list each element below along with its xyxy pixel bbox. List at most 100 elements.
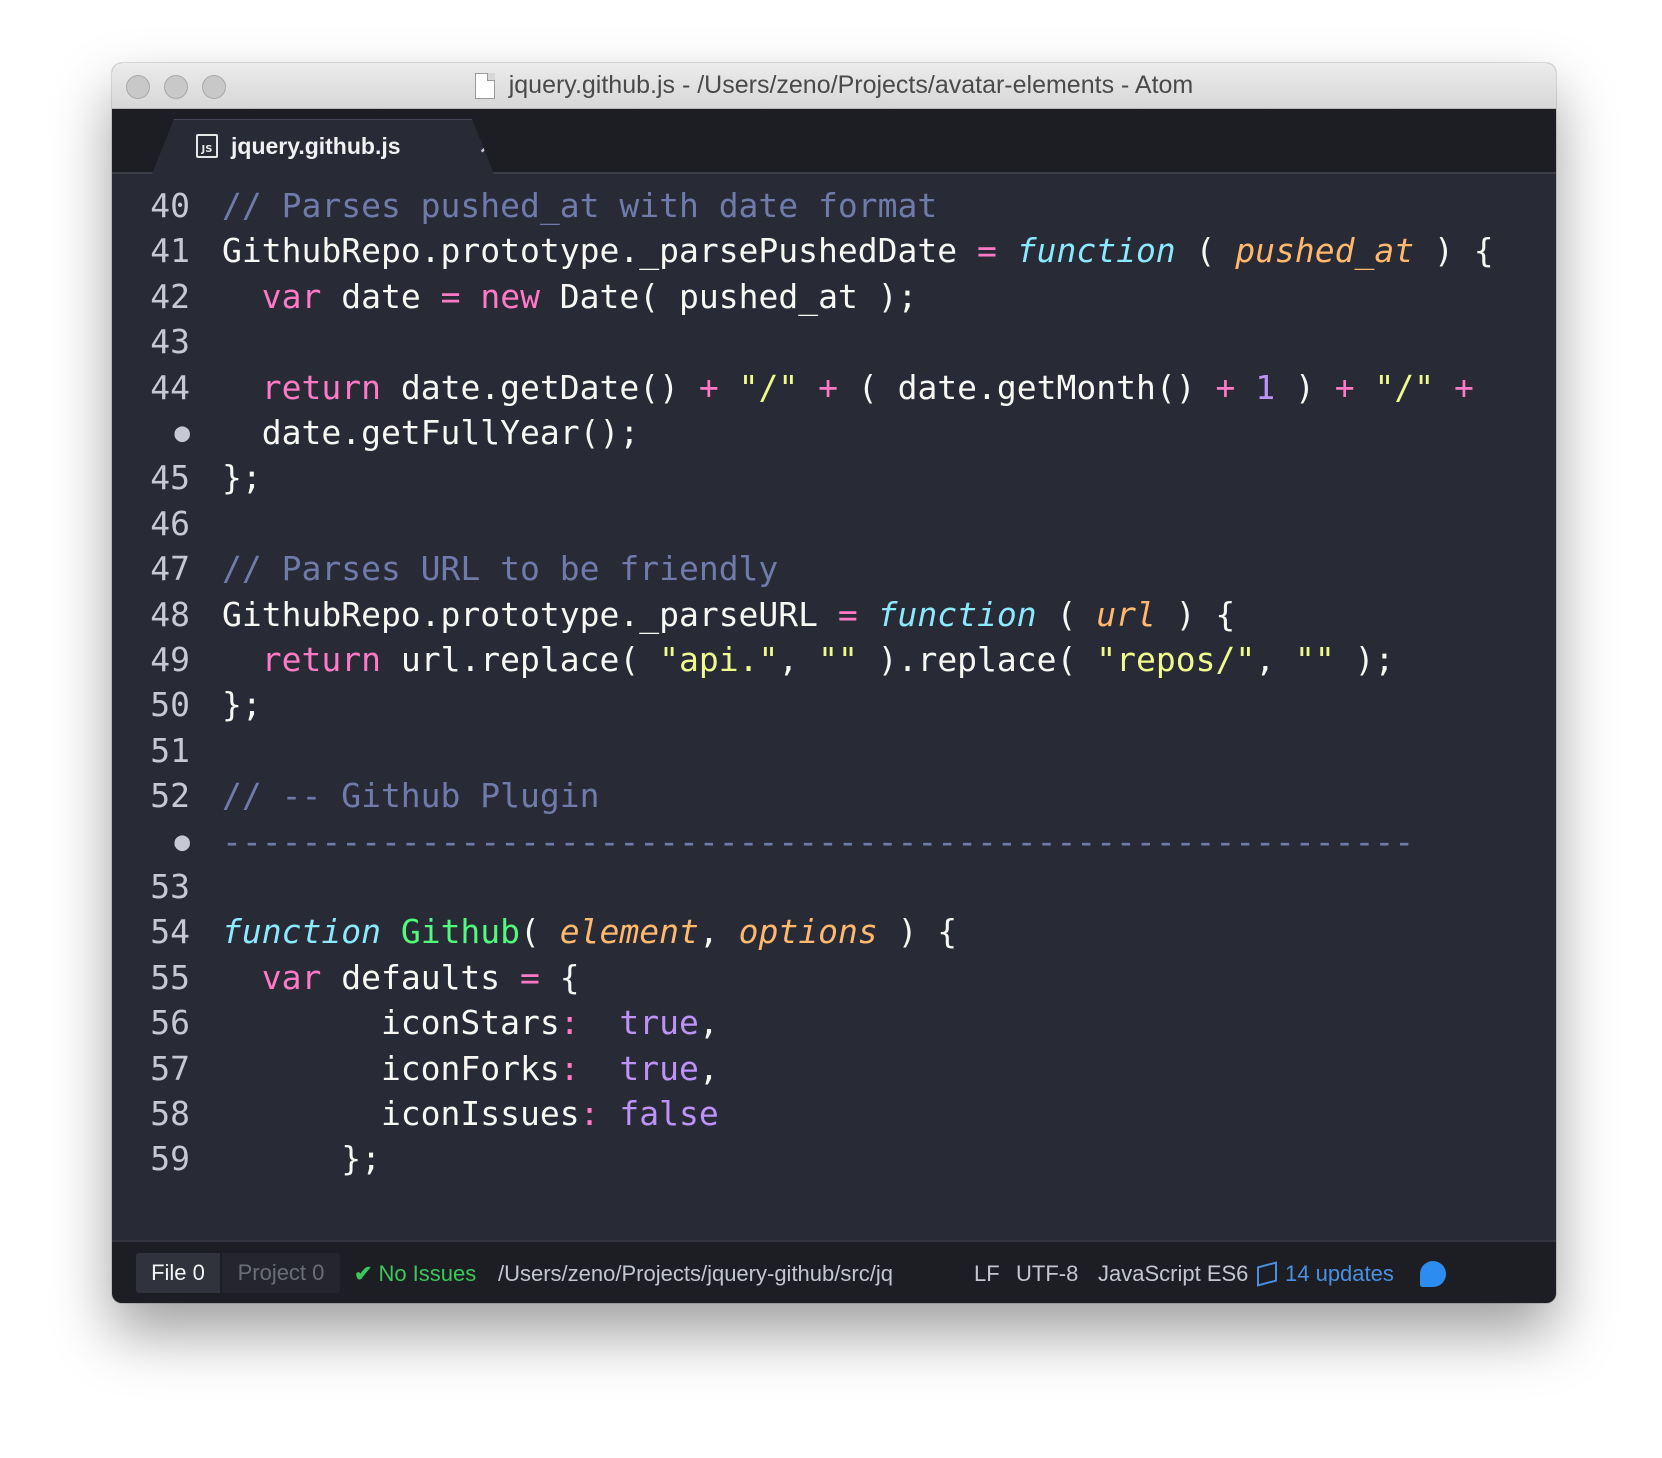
code-editor[interactable]: 40// Parses pushed_at with date format 41… bbox=[112, 174, 1556, 1240]
code-token: { bbox=[539, 957, 580, 997]
code-token: + bbox=[698, 367, 719, 407]
code-line[interactable]: 45}; bbox=[112, 454, 1556, 502]
code-token: url bbox=[1096, 594, 1156, 634]
grammar[interactable]: JavaScript ES6 bbox=[1098, 1242, 1248, 1303]
code-token: , bbox=[698, 1048, 719, 1088]
code-text: // -- Github Plugin bbox=[222, 772, 600, 820]
line-number: 41 bbox=[150, 231, 190, 271]
line-number: 53 bbox=[150, 867, 190, 906]
code-token: }; bbox=[222, 685, 262, 725]
code-token: iconForks bbox=[222, 1048, 560, 1088]
code-line[interactable]: 55 var defaults = { bbox=[112, 954, 1556, 1002]
line-number: 45 bbox=[150, 458, 190, 498]
code-token: defaults bbox=[321, 957, 521, 997]
code-line[interactable]: 54 function Github( element, options ) { bbox=[112, 908, 1556, 956]
code-token: ( date.getMonth() bbox=[837, 367, 1216, 407]
line-number: 42 bbox=[150, 276, 190, 316]
squirrel-update-icon[interactable] bbox=[1420, 1242, 1446, 1303]
code-token: : bbox=[559, 1048, 580, 1088]
code-line[interactable]: 59 }; bbox=[112, 1135, 1556, 1183]
line-number: 54 bbox=[150, 912, 190, 952]
code-token: ) { bbox=[1155, 594, 1236, 634]
code-line[interactable]: 40 // Parses pushed_at with date format bbox=[112, 182, 1556, 230]
linter-status[interactable]: ✔ No Issues bbox=[354, 1242, 476, 1303]
line-ending[interactable]: LF bbox=[974, 1242, 1000, 1303]
code-token: GithubRepo.prototype._parsePushedDate bbox=[222, 231, 977, 271]
line-number: 40 bbox=[150, 186, 190, 225]
file-path[interactable]: /Users/zeno/Projects/jquery-github/src/j… bbox=[498, 1242, 936, 1303]
line-number: 44 bbox=[150, 367, 190, 407]
code-token: : bbox=[559, 1003, 580, 1043]
code-line[interactable]: 47 // Parses URL to be friendly bbox=[112, 545, 1556, 593]
code-line[interactable]: 43 bbox=[112, 318, 1556, 366]
code-text: date.getFullYear(); bbox=[222, 409, 640, 457]
code-token: var bbox=[261, 276, 322, 316]
code-token: date bbox=[321, 276, 441, 316]
code-line[interactable]: 46 bbox=[112, 500, 1556, 548]
code-text: GithubRepo.prototype._parseURL = functio… bbox=[222, 591, 1235, 639]
code-token: ) { bbox=[877, 912, 958, 952]
project-issues-button[interactable]: Project 0 bbox=[222, 1253, 340, 1293]
code-text: // Parses URL to be friendly bbox=[222, 545, 778, 593]
code-line[interactable]: 51 bbox=[112, 727, 1556, 775]
package-updates[interactable]: 14 updates bbox=[1257, 1242, 1394, 1303]
code-line[interactable]: ● date.getFullYear(); bbox=[112, 409, 1556, 457]
code-token: }; bbox=[222, 458, 262, 498]
code-token: = bbox=[520, 957, 540, 997]
code-line[interactable]: ● ---------------------------------------… bbox=[112, 818, 1556, 866]
line-number: 49 bbox=[150, 640, 190, 679]
code-line[interactable]: 50}; bbox=[112, 681, 1556, 729]
code-line[interactable]: 56 iconStars: true, bbox=[112, 999, 1556, 1047]
code-line[interactable]: 53 bbox=[112, 863, 1556, 911]
close-tab-icon[interactable]: × bbox=[478, 134, 494, 159]
code-token: ); bbox=[1334, 640, 1395, 679]
file-issues-button[interactable]: File 0 bbox=[136, 1253, 220, 1293]
code-line[interactable]: 44 return date.getDate() + "/" + ( date.… bbox=[112, 364, 1556, 412]
code-line[interactable]: 52 // -- Github Plugin bbox=[112, 772, 1556, 820]
code-token: , bbox=[1255, 640, 1295, 679]
code-token: , bbox=[778, 640, 819, 679]
issues-label: No Issues bbox=[378, 1260, 477, 1286]
package-icon bbox=[1257, 1260, 1277, 1287]
checkmark-icon: ✔ bbox=[354, 1260, 373, 1286]
code-text: return url.replace( "api.", "" ).replace… bbox=[222, 636, 1395, 684]
code-token: "/" bbox=[1374, 367, 1435, 407]
squirrel-icon bbox=[1420, 1260, 1446, 1287]
code-token: ).replace( bbox=[857, 640, 1097, 679]
line-number: 57 bbox=[150, 1048, 190, 1088]
code-text: function Github( element, options ) { bbox=[222, 908, 957, 956]
code-token: function bbox=[1016, 231, 1176, 271]
window-title: jquery.github.js - /Users/zeno/Projects/… bbox=[112, 63, 1556, 108]
code-token: iconStars bbox=[222, 1003, 560, 1043]
encoding[interactable]: UTF-8 bbox=[1016, 1242, 1078, 1303]
code-line[interactable]: 49 return url.replace( "api.", "" ).repl… bbox=[112, 636, 1556, 684]
atom-window: jquery.github.js - /Users/zeno/Projects/… bbox=[112, 63, 1556, 1303]
code-line[interactable]: 41 GithubRepo.prototype._parsePushedDate … bbox=[112, 227, 1556, 275]
tab-bar: JS jquery.github.js × bbox=[112, 109, 1556, 174]
code-token: , bbox=[698, 912, 739, 952]
code-token: ) { bbox=[1414, 231, 1494, 271]
soft-wrap-indicator: ● bbox=[174, 418, 190, 448]
code-text: iconStars: true, bbox=[222, 999, 719, 1047]
code-token: url.replace( bbox=[380, 640, 660, 679]
code-text: ----------------------------------------… bbox=[222, 818, 1414, 866]
code-line[interactable]: 58 iconIssues: false bbox=[112, 1090, 1556, 1138]
updates-label: 14 updates bbox=[1285, 1260, 1394, 1286]
code-line[interactable]: 57 iconForks: true, bbox=[112, 1045, 1556, 1093]
code-text: }; bbox=[222, 454, 262, 502]
line-number: 51 bbox=[150, 730, 190, 770]
tab-jquery-github-js[interactable]: JS jquery.github.js × bbox=[152, 119, 494, 174]
code-line[interactable]: 42 var date = new Date( pushed_at ); bbox=[112, 273, 1556, 321]
line-number: 59 bbox=[150, 1139, 190, 1179]
line-number: 46 bbox=[150, 503, 190, 543]
code-line[interactable]: 48 GithubRepo.prototype._parseURL = funct… bbox=[112, 591, 1556, 639]
code-text: var date = new Date( pushed_at ); bbox=[222, 273, 918, 321]
code-token: : bbox=[579, 1094, 600, 1133]
code-token: return bbox=[261, 367, 381, 407]
